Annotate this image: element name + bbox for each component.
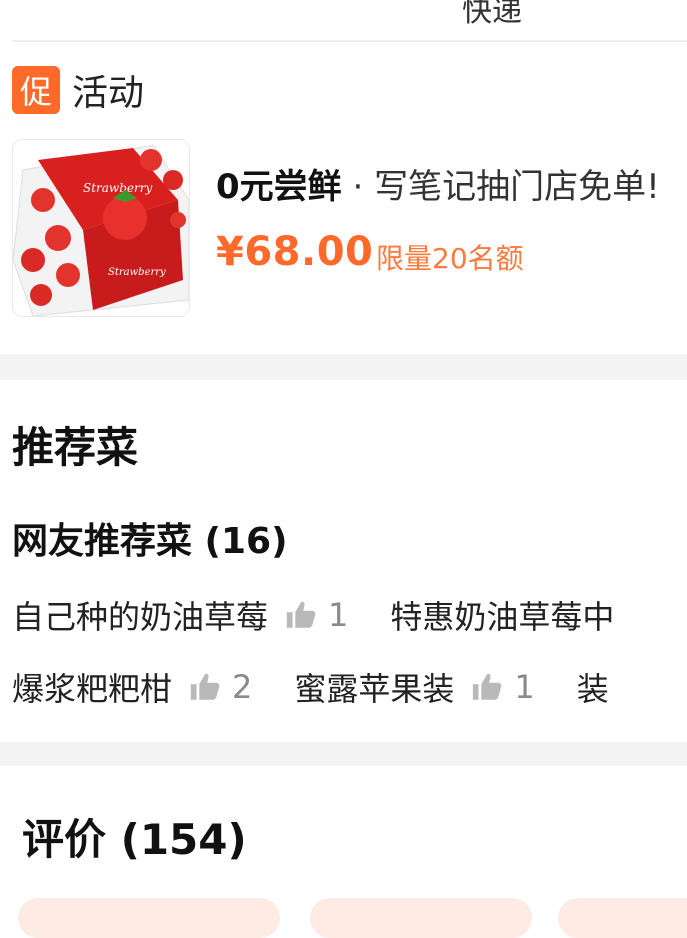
dish-row-1: 自己种的奶油草莓 1 特惠奶油草莓中 [12, 592, 656, 638]
promo-tag-icon: 促 [12, 66, 60, 114]
deal-title-rest: · 写笔记抽门店免单! [341, 167, 660, 207]
dish-item[interactable]: 爆浆粑粑柑 2 [12, 664, 252, 710]
deal-limit: 限量20名额 [376, 242, 524, 275]
deal-title-bold: 0元尝鲜 [216, 167, 342, 207]
dish-name: 爆浆粑粑柑 [12, 670, 173, 708]
svg-text:Strawberry: Strawberry [108, 267, 166, 278]
svg-text:Strawberry: Strawberry [83, 181, 152, 195]
thumbs-up-icon [473, 673, 502, 700]
dish-name: 装 [576, 670, 609, 708]
reviews-title[interactable]: 评价 (154) [22, 806, 247, 867]
section-gap [0, 742, 687, 766]
cut-top-label: 快递 [462, 0, 522, 29]
like-count: 1 [328, 596, 349, 634]
strawberry-box-illustration: Strawberry Strawberry [13, 140, 189, 316]
dish-name: 特惠奶油草莓中 [390, 598, 615, 636]
strawberry-box-image[interactable]: Strawberry Strawberry [12, 139, 190, 317]
deal-price: ¥68.00 [216, 229, 374, 275]
like-count: 2 [232, 668, 253, 706]
thumbs-up-icon [190, 673, 220, 700]
promo-title: 活动 [72, 73, 145, 114]
thumbs-up-icon [286, 601, 316, 628]
section-gap [0, 354, 687, 380]
dish-row-2: 爆浆粑粑柑 2 蜜露苹果装 1 装 [12, 664, 651, 710]
promo-header: 促 活动 [12, 66, 144, 114]
top-cut-text-area: 快递 [0, 0, 687, 29]
review-chip[interactable] [558, 898, 687, 938]
deal-card[interactable]: Strawberry Strawberry 0元尝鲜 · 写笔记抽门店免单! ¥… [12, 139, 687, 319]
dish-item[interactable]: 蜜露苹果装 1 [294, 664, 534, 710]
dish-item[interactable]: 装 [577, 664, 609, 710]
recommend-section-title: 推荐菜 [12, 423, 139, 472]
like-count: 1 [514, 668, 535, 706]
recommend-subtitle[interactable]: 网友推荐菜 (16) [12, 512, 288, 564]
review-chip[interactable] [18, 898, 280, 938]
dish-name: 自己种的奶油草莓 [12, 598, 269, 636]
deal-title[interactable]: 0元尝鲜 · 写笔记抽门店免单! [216, 159, 660, 208]
dish-item[interactable]: 自己种的奶油草莓 1 [12, 592, 348, 638]
dish-name: 蜜露苹果装 [294, 670, 455, 708]
review-chip[interactable] [310, 898, 532, 938]
dish-item[interactable]: 特惠奶油草莓中 [390, 592, 614, 638]
top-divider [12, 40, 687, 42]
review-filter-chips [18, 898, 687, 938]
